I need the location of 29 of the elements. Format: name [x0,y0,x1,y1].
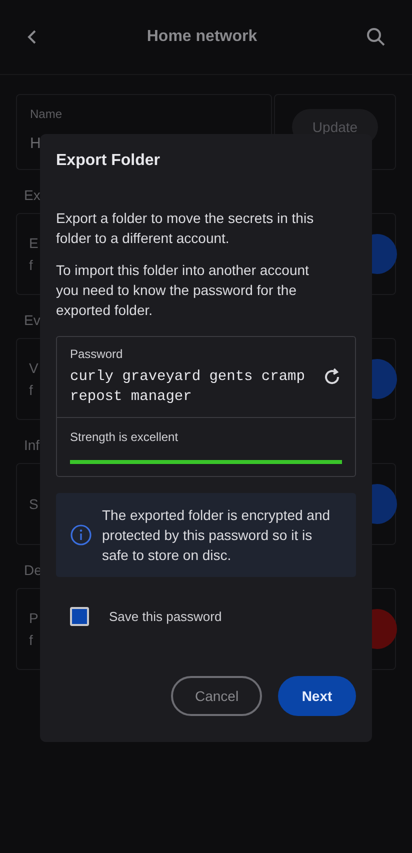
card-text: P [29,610,38,626]
card-text: f [29,257,34,273]
field-label: Name [30,107,64,121]
checkbox[interactable] [70,607,89,626]
cancel-button[interactable]: Cancel [171,676,262,716]
section-heading: Ex [24,187,40,203]
dialog-title: Export Folder [56,152,162,170]
dialog-text: To import this folder into another account you need to know the password for the exported folder. [56,261,310,320]
card-text: V [29,360,38,376]
checkbox-label: Save this password [109,609,222,624]
field-value: H [30,135,42,152]
section-heading: Inf [24,437,40,453]
field-label: Password [70,347,124,361]
password-value: curly graveyard gents cramp repost manager [70,368,306,407]
next-button[interactable]: Next [278,676,356,716]
card-text: f [29,632,34,648]
card-text: E [29,235,38,251]
refresh-icon[interactable] [322,367,342,387]
card-text: S [29,496,38,512]
dialog-text: Export a folder to move the secrets in this folder to a different account. [56,209,315,248]
page-title: Home network [146,28,258,46]
search-icon[interactable] [366,27,386,47]
card-text: f [29,382,34,398]
info-icon [70,524,92,546]
strength-label: Strength is excellent [70,430,180,444]
back-icon[interactable] [26,29,38,45]
section-heading: Ev [24,312,40,328]
password-field[interactable]: Password curly graveyard gents cramp repost manager [57,337,355,418]
info-text: The exported folder is encrypted and protected by this password so it is safe to store on disc. [102,506,332,565]
